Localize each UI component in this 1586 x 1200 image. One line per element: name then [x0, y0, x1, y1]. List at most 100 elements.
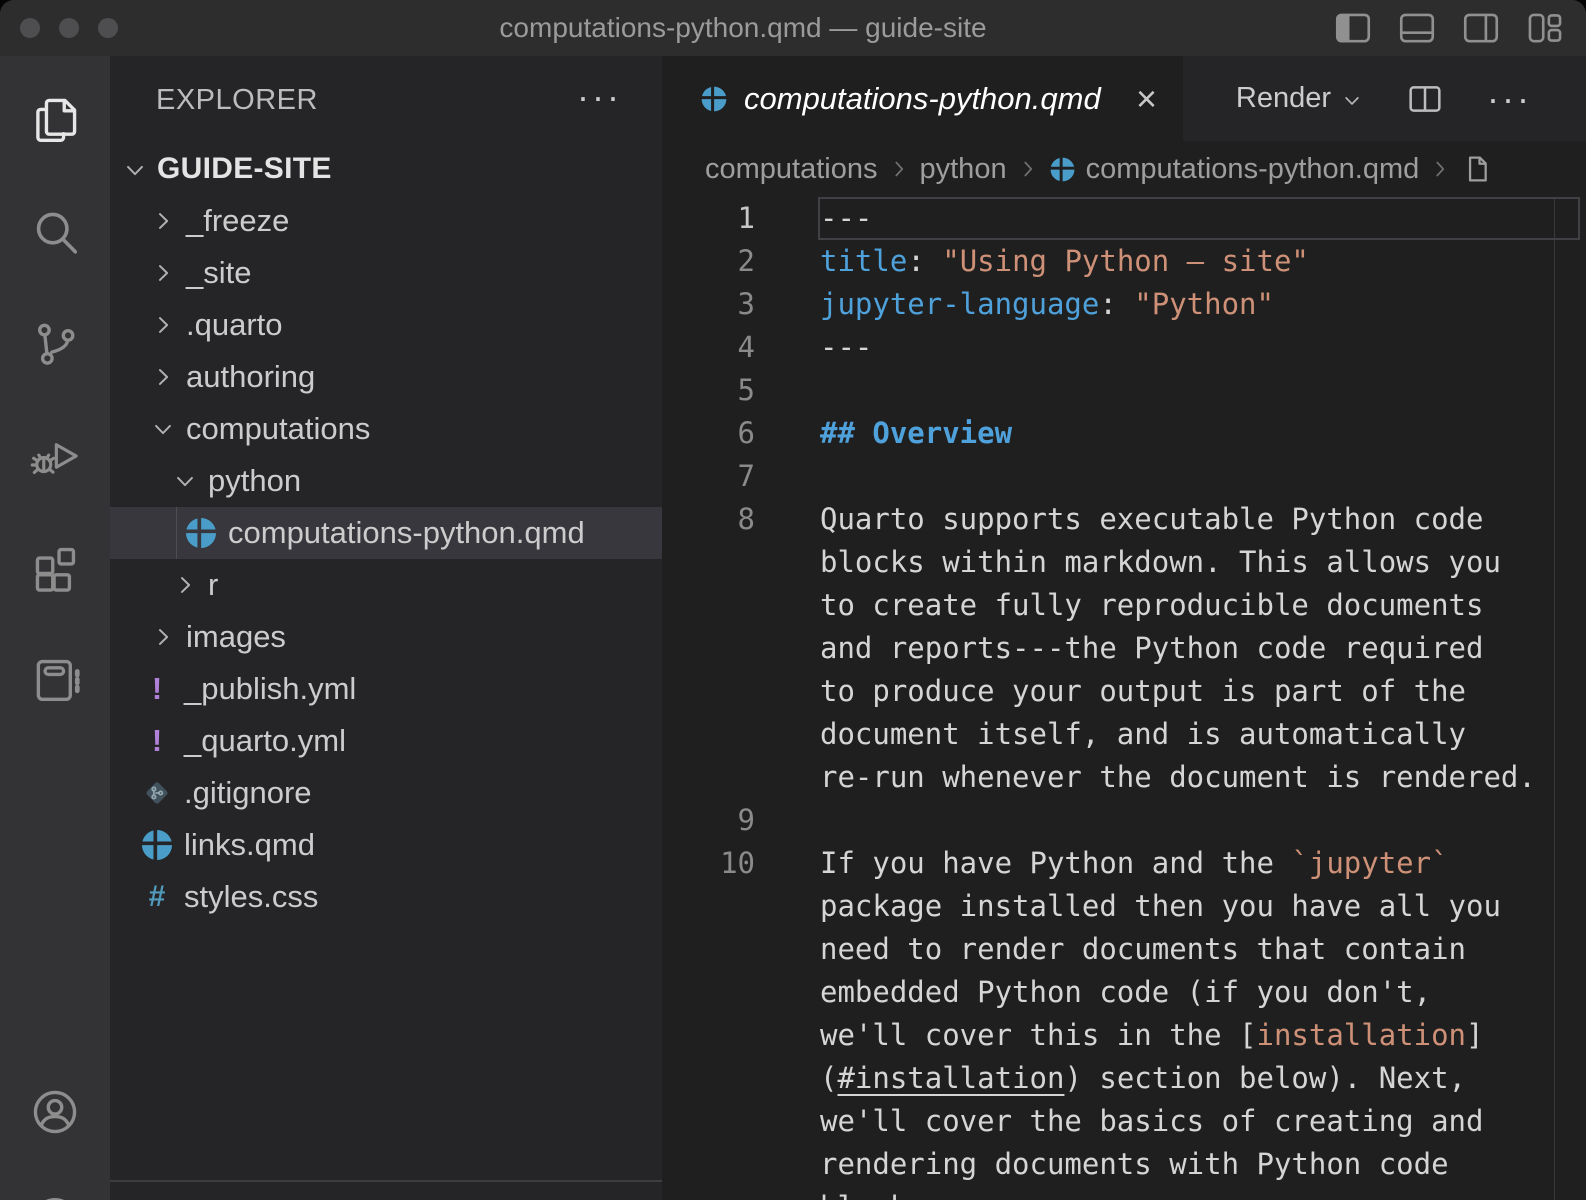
code-text: re-run whenever the document is rendered…	[820, 756, 1536, 799]
activity-run-debug-button[interactable]	[0, 400, 110, 512]
code-text: to produce your output is part of the	[820, 670, 1466, 713]
code-line[interactable]: blocks within markdown. This allows you	[662, 541, 1586, 584]
tree-item-authoring[interactable]: authoring	[110, 351, 662, 403]
close-button[interactable]	[20, 18, 40, 38]
chevron-right-icon	[150, 312, 176, 338]
activity-notebook-button[interactable]	[0, 624, 110, 736]
code-text: title: "Using Python — site"	[820, 240, 1309, 283]
code-segment-plain: we'll cover the basics of creating and	[820, 1104, 1483, 1138]
code-segment-plain: need to render documents that contain	[820, 932, 1466, 966]
line-number	[662, 627, 755, 670]
customize-layout-icon[interactable]	[1524, 7, 1566, 49]
line-number: 6	[662, 412, 755, 455]
tree-item-styles.css[interactable]: #styles.css	[110, 871, 662, 923]
indent-guide	[176, 507, 177, 559]
tree-item-label: computations	[186, 403, 370, 455]
code-text: package installed then you have all you	[820, 885, 1501, 928]
files-icon	[28, 93, 82, 147]
code-line[interactable]: 3jupyter-language: "Python"	[662, 283, 1586, 326]
tree-item-label: _freeze	[186, 195, 289, 247]
toggle-primary-sidebar-icon[interactable]	[1332, 7, 1374, 49]
code-line[interactable]: need to render documents that contain	[662, 928, 1586, 971]
code-line[interactable]: embedded Python code (if you don't,	[662, 971, 1586, 1014]
minimize-button[interactable]	[59, 18, 79, 38]
line-number	[662, 756, 755, 799]
explorer-more-actions[interactable]: ···	[577, 56, 622, 138]
titlebar: computations-python.qmd — guide-site	[0, 0, 1586, 56]
code-segment-key: jupyter-language	[820, 287, 1099, 321]
code-line[interactable]: to create fully reproducible documents	[662, 584, 1586, 627]
code-segment-plain: ) section below). Next,	[1064, 1061, 1466, 1095]
account-icon[interactable]	[28, 1085, 82, 1139]
code-text: blocks within markdown. This allows you	[820, 541, 1501, 584]
code-line[interactable]: (#installation) section below). Next,	[662, 1057, 1586, 1100]
toggle-panel-icon[interactable]	[1396, 7, 1438, 49]
tree-item-computations-python.qmd[interactable]: computations-python.qmd	[110, 507, 662, 559]
chevron-right-icon	[150, 364, 176, 390]
code-text: need to render documents that contain	[820, 928, 1466, 971]
activity-files-button[interactable]	[0, 64, 110, 176]
code-segment-string: "Using Python — site"	[942, 244, 1309, 278]
activity-extensions-button[interactable]	[0, 512, 110, 624]
code-line[interactable]: 5	[662, 369, 1586, 412]
zoom-button[interactable]	[98, 18, 118, 38]
code-line[interactable]: 9	[662, 799, 1586, 842]
tree-item-_quarto.yml[interactable]: !_quarto.yml	[110, 715, 662, 767]
tree-item-_freeze[interactable]: _freeze	[110, 195, 662, 247]
code-line[interactable]: rendering documents with Python code	[662, 1143, 1586, 1186]
breadcrumb-item[interactable]: computations	[705, 153, 878, 186]
tree-item-r[interactable]: r	[110, 559, 662, 611]
code-line[interactable]: 2title: "Using Python — site"	[662, 240, 1586, 283]
tree-item-_site[interactable]: _site	[110, 247, 662, 299]
section-divider	[110, 1180, 662, 1182]
code-segment-code: installation	[1257, 1018, 1467, 1052]
code-line[interactable]: blocks	[662, 1186, 1586, 1200]
tree-item-.quarto[interactable]: .quarto	[110, 299, 662, 351]
render-button[interactable]: Render	[1236, 82, 1363, 115]
activity-source-control-button[interactable]	[0, 288, 110, 400]
line-number	[662, 885, 755, 928]
toggle-secondary-sidebar-icon[interactable]	[1460, 7, 1502, 49]
section-header-guide-site[interactable]: GUIDE-SITE	[110, 143, 662, 195]
code-line[interactable]: 8Quarto supports executable Python code	[662, 498, 1586, 541]
code-line[interactable]: and reports---the Python code required	[662, 627, 1586, 670]
code-segment-plain: to create fully reproducible documents	[820, 588, 1483, 622]
code-text: we'll cover the basics of creating and	[820, 1100, 1483, 1143]
code-line[interactable]: we'll cover this in the [installation]	[662, 1014, 1586, 1057]
tab-close-icon[interactable]: ×	[1136, 81, 1157, 117]
code-segment-plain: ]	[1466, 1018, 1483, 1052]
tree-item-computations[interactable]: computations	[110, 403, 662, 455]
split-editor-icon[interactable]	[1405, 79, 1445, 119]
activity-search-button[interactable]	[0, 176, 110, 288]
explorer-sidebar: EXPLORER ··· GUIDE-SITE _freeze_site.qua…	[110, 56, 662, 1200]
code-text: embedded Python code (if you don't,	[820, 971, 1431, 1014]
code-line[interactable]: we'll cover the basics of creating and	[662, 1100, 1586, 1143]
code-line[interactable]: 6## Overview	[662, 412, 1586, 455]
tree-item-images[interactable]: images	[110, 611, 662, 663]
tree-item-.gitignore[interactable]: .gitignore	[110, 767, 662, 819]
tree-item-_publish.yml[interactable]: !_publish.yml	[110, 663, 662, 715]
tree-item-python[interactable]: python	[110, 455, 662, 507]
tree-item-label: authoring	[186, 351, 315, 403]
code-line[interactable]: document itself, and is automatically	[662, 713, 1586, 756]
breadcrumb-item[interactable]: computations-python.qmd	[1049, 153, 1420, 186]
breadcrumb-item[interactable]	[1461, 153, 1493, 185]
tab-computations-python[interactable]: computations-python.qmd ×	[662, 56, 1183, 141]
yaml-icon: !	[140, 724, 174, 758]
settings-gear-icon[interactable]	[28, 1192, 82, 1200]
editor-more-actions[interactable]: ···	[1487, 78, 1532, 120]
code-line[interactable]: re-run whenever the document is rendered…	[662, 756, 1586, 799]
code-line[interactable]: 10If you have Python and the `jupyter`	[662, 842, 1586, 885]
tree-item-links.qmd[interactable]: links.qmd	[110, 819, 662, 871]
breadcrumb-item[interactable]: python	[920, 153, 1007, 186]
code-line[interactable]: 4---	[662, 326, 1586, 369]
section-header-outline[interactable]: OUTLINE	[110, 1188, 662, 1200]
tree-item-label: _publish.yml	[184, 663, 356, 715]
code-line[interactable]: 1---	[662, 197, 1586, 240]
quarto-icon	[700, 85, 728, 113]
code-line[interactable]: package installed then you have all you	[662, 885, 1586, 928]
code-editor[interactable]: 1---2title: "Using Python — site"3jupyte…	[662, 197, 1586, 1200]
code-line[interactable]: 7	[662, 455, 1586, 498]
quarto-icon	[140, 828, 174, 862]
code-line[interactable]: to produce your output is part of the	[662, 670, 1586, 713]
